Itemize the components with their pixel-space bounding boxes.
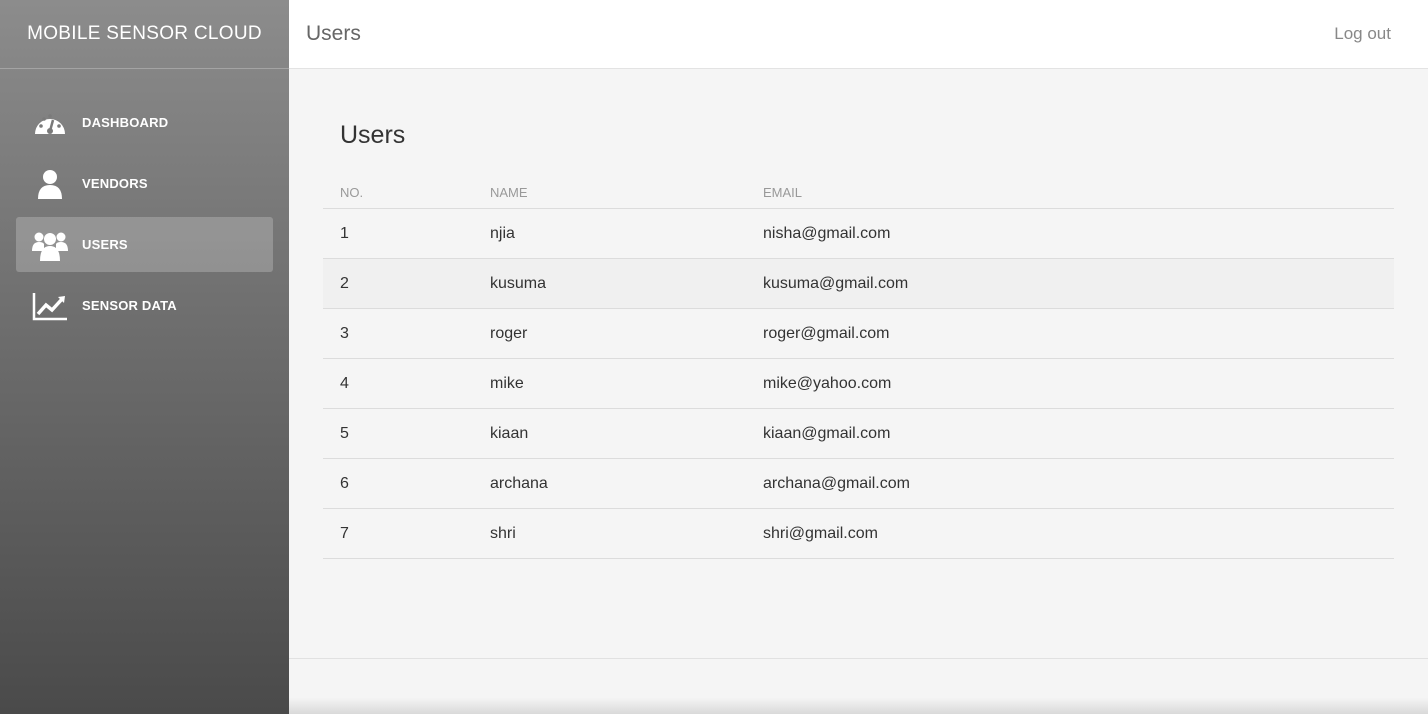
sidebar-item-label: VENDORS (82, 176, 148, 191)
users-table: NO. NAME EMAIL 1 njia nisha@gmail.com 2 … (323, 177, 1394, 559)
top-bar: Users Log out (289, 0, 1428, 69)
table-row[interactable]: 5 kiaan kiaan@gmail.com (323, 408, 1394, 459)
cell-email: nisha@gmail.com (763, 208, 1394, 259)
dashboard-icon (32, 105, 68, 141)
sidebar: MOBILE SENSOR CLOUD DASHBOARD VENDORS US… (0, 0, 289, 714)
column-header-name: NAME (490, 177, 763, 209)
table-row[interactable]: 3 roger roger@gmail.com (323, 308, 1394, 359)
cell-email: roger@gmail.com (763, 308, 1394, 359)
column-header-email: EMAIL (763, 177, 1394, 209)
table-row[interactable]: 7 shri shri@gmail.com (323, 508, 1394, 559)
sidebar-nav: DASHBOARD VENDORS USERS SENSOR DATA (0, 69, 289, 333)
section-title: Users (340, 121, 406, 149)
page-title: Users (306, 22, 361, 45)
cell-email: mike@yahoo.com (763, 358, 1394, 409)
cell-name: archana (490, 458, 763, 509)
cell-name: njia (490, 208, 763, 259)
cell-no: 4 (323, 358, 490, 409)
sidebar-item-label: DASHBOARD (82, 115, 169, 130)
cell-no: 5 (323, 408, 490, 459)
sidebar-item-label: SENSOR DATA (82, 298, 177, 313)
sidebar-item-users[interactable]: USERS (16, 217, 273, 272)
person-icon (32, 166, 68, 202)
users-icon (32, 227, 68, 263)
sidebar-item-vendors[interactable]: VENDORS (16, 156, 273, 211)
cell-email: kiaan@gmail.com (763, 408, 1394, 459)
cell-name: roger (490, 308, 763, 359)
app-title: MOBILE SENSOR CLOUD (0, 0, 289, 69)
table-row[interactable]: 2 kusuma kusuma@gmail.com (323, 258, 1394, 309)
line-chart-icon (32, 288, 68, 324)
sidebar-item-label: USERS (82, 237, 128, 252)
cell-name: kusuma (490, 258, 763, 309)
column-header-no: NO. (323, 177, 490, 209)
cell-name: kiaan (490, 408, 763, 459)
table-header-row: NO. NAME EMAIL (323, 177, 1394, 209)
cell-no: 7 (323, 508, 490, 559)
cell-no: 6 (323, 458, 490, 509)
cell-name: mike (490, 358, 763, 409)
cell-email: kusuma@gmail.com (763, 258, 1394, 309)
cell-name: shri (490, 508, 763, 559)
cell-email: shri@gmail.com (763, 508, 1394, 559)
table-row[interactable]: 6 archana archana@gmail.com (323, 458, 1394, 509)
cell-no: 1 (323, 208, 490, 259)
main-content: Users NO. NAME EMAIL 1 njia nisha@gmail.… (289, 69, 1428, 659)
cell-no: 2 (323, 258, 490, 309)
table-row[interactable]: 4 mike mike@yahoo.com (323, 358, 1394, 409)
sidebar-item-dashboard[interactable]: DASHBOARD (16, 95, 273, 150)
cell-no: 3 (323, 308, 490, 359)
logout-link[interactable]: Log out (1334, 24, 1391, 44)
sidebar-item-sensor-data[interactable]: SENSOR DATA (16, 278, 273, 333)
table-row[interactable]: 1 njia nisha@gmail.com (323, 208, 1394, 259)
footer (289, 659, 1428, 714)
cell-email: archana@gmail.com (763, 458, 1394, 509)
